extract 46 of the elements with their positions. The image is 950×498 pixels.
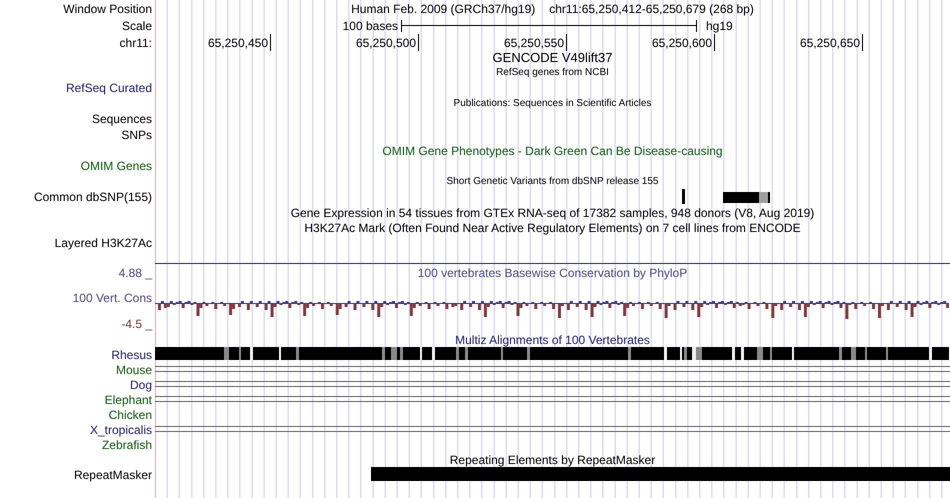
tick-mark [862,34,863,51]
tick-label: 65,250,600 [652,34,713,52]
tick-label: 65,250,550 [504,34,565,52]
species-label[interactable]: Zebrafish [102,436,152,454]
track-title: Short Genetic Variants from dbSNP release 155 [446,175,658,189]
species-label[interactable]: Rhesus [111,346,152,364]
species-label[interactable]: X_tropicalis [90,420,152,438]
snp-feature [682,189,685,204]
tick-label: 65,250,650 [800,34,861,52]
row-label: Scale [122,18,152,34]
track-label[interactable]: RefSeq Curated [66,79,152,97]
track-label[interactable]: Sequences [92,110,152,128]
tick-label: 65,250,450 [208,34,269,52]
track-label[interactable]: 100 Vert. Cons [72,289,152,307]
track-title: 100 vertebrates Basewise Conservation by PhyloP [418,264,688,282]
species-label[interactable]: Chicken [108,406,152,424]
tick-mark [418,34,419,51]
snp-feature [723,192,770,203]
species-label[interactable]: Mouse [116,360,152,378]
scale-text: 100 bases [342,18,398,34]
track-label[interactable]: 4.88 _ [118,264,152,282]
track-title: Multiz Alignments of 100 Vertebrates [455,332,650,348]
track-title: Repeating Elements by RepeatMasker [450,452,656,468]
assembly-name: hg19 [706,18,733,34]
species-label[interactable]: Dog [130,376,152,394]
tick-mark [714,34,715,51]
tick-mark [566,34,567,51]
track-label[interactable]: OMIM Genes [80,157,152,175]
track-title: RefSeq genes from NCBI [496,66,609,80]
position-text: chr11:65,250,412-65,250,679 (268 bp) [549,0,754,18]
track-label[interactable]: Common dbSNP(155) [34,188,152,206]
track-label[interactable]: Layered H3K27Ac [54,234,152,252]
track-label[interactable]: -4.5 _ [121,314,152,332]
track-title: Gene Expression in 54 tissues from GTEx RNA-seq of 17382 samples, 948 donors (V8, Aug 2019) [290,204,814,222]
track-title: OMIM Gene Phenotypes - Dark Green Can Be Disease-causing [382,142,723,160]
track-title: H3K27Ac Mark (Often Found Near Active Regulatory Elements) on 7 cell lines from ENCODE [304,220,801,236]
track-title: Publications: Sequences in Scientific Articles [454,97,652,111]
tick-mark [270,34,271,51]
tick-label: 65,250,500 [356,34,417,52]
species-label[interactable]: Elephant [104,390,152,408]
row-label: Window Position [63,0,152,18]
track-label[interactable]: SNPs [121,126,152,144]
track-label[interactable]: RepeatMasker [74,466,152,484]
row-label: chr11: [120,34,152,52]
track-title: GENCODE V49lift37 [492,49,612,68]
assembly-title: Human Feb. 2009 (GRCh37/hg19) [351,0,536,18]
